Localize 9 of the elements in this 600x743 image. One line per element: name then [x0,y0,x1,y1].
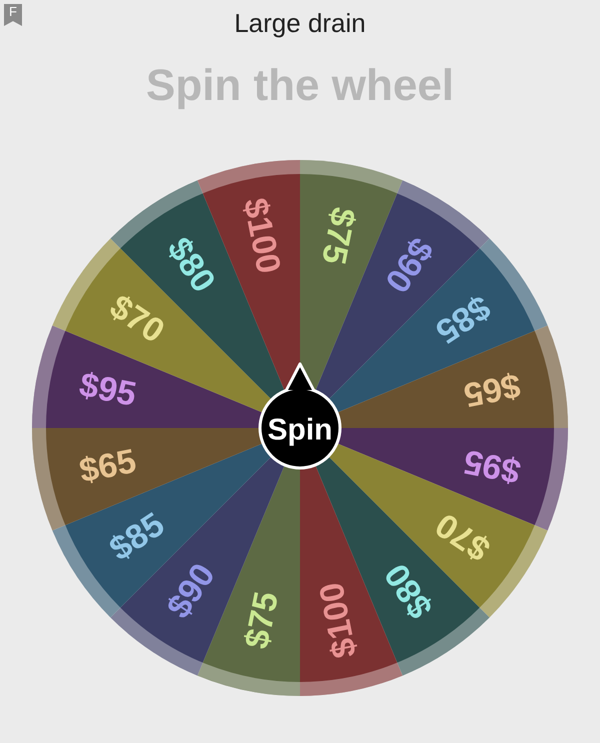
page-title: Large drain [234,6,366,40]
wheel-label: $100 [312,579,364,662]
wheel-label: $100 [236,194,288,277]
wheel-label: $95 [76,366,140,414]
wheel-label: $75 [238,588,286,652]
wheel-label: $65 [76,442,140,490]
wheel-label: $95 [460,442,524,490]
wheel-label: $75 [314,204,362,268]
wheel-label: $65 [460,366,524,414]
